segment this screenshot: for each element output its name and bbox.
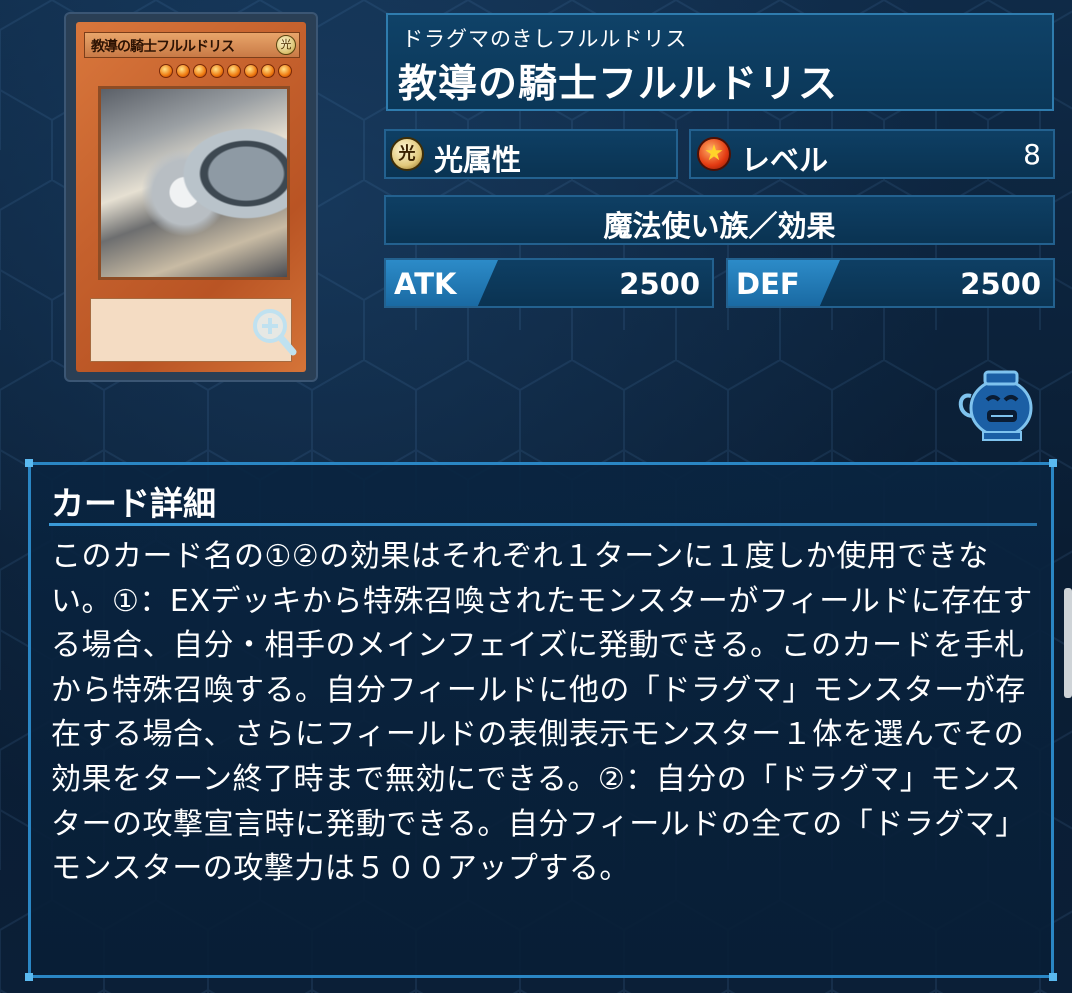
attribute-label: 光属性 — [434, 143, 522, 177]
card-detail-panel: カード詳細 このカード名の①②の効果はそれぞれ１ターンに１度しか使用できない。①… — [25, 459, 1057, 981]
panel-corner-bottom-right — [1049, 973, 1057, 981]
card-effect-text: このカード名の①②の効果はそれぞれ１ターンに１度しか使用できない。①：EXデッキ… — [51, 539, 1033, 887]
card-thumbnail-level-stars — [159, 64, 292, 78]
magnifier-plus-icon[interactable] — [251, 307, 297, 357]
card-thumbnail-text-box — [90, 298, 297, 362]
card-artwork — [98, 86, 290, 280]
level-star-icon: ★ — [697, 137, 731, 171]
atk-value: 2500 — [619, 267, 700, 301]
scrollbar-edge[interactable] — [1064, 588, 1072, 698]
level-value: 8 — [1023, 138, 1041, 171]
panel-corner-top-right — [1049, 459, 1057, 467]
detail-divider — [49, 523, 1037, 526]
def-label: DEF — [736, 267, 800, 301]
level-star — [244, 64, 258, 78]
pot-of-greed-icon[interactable] — [955, 366, 1039, 442]
panel-corner-bottom-left — [25, 973, 33, 981]
atk-label: ATK — [394, 267, 457, 301]
card-thumbnail-name: 教導の騎士フルルドリス — [91, 39, 235, 55]
card-name-panel: ドラグマのきしフルルドリス 教導の騎士フルルドリス — [386, 13, 1054, 111]
card-image: 教導の騎士フルルドリス 光 — [76, 22, 306, 372]
panel-corner-top-left — [25, 459, 33, 467]
level-star — [227, 64, 241, 78]
level-star — [159, 64, 173, 78]
card-thumbnail-attribute-icon: 光 — [276, 35, 296, 55]
card-thumbnail[interactable]: 教導の騎士フルルドリス 光 — [66, 14, 316, 380]
atk-box: ATK 2500 — [384, 258, 714, 308]
level-star — [210, 64, 224, 78]
light-attribute-icon: 光 — [390, 137, 424, 171]
level-box: ★ レベル 8 — [689, 129, 1055, 179]
def-value: 2500 — [960, 267, 1041, 301]
def-box: DEF 2500 — [726, 258, 1055, 308]
card-name-reading: ドラグマのきしフルルドリス — [402, 27, 688, 51]
monster-type-box: 魔法使い族／効果 — [384, 195, 1055, 245]
level-label: レベル — [741, 143, 829, 177]
card-thumbnail-name-bar: 教導の騎士フルルドリス 光 — [84, 32, 300, 58]
level-star — [261, 64, 275, 78]
monster-type-label: 魔法使い族／効果 — [603, 209, 836, 243]
level-star — [193, 64, 207, 78]
level-star — [176, 64, 190, 78]
detail-title: カード詳細 — [51, 484, 216, 523]
attribute-box: 光 光属性 — [384, 129, 678, 179]
card-name: 教導の騎士フルルドリス — [398, 62, 839, 107]
level-star — [278, 64, 292, 78]
